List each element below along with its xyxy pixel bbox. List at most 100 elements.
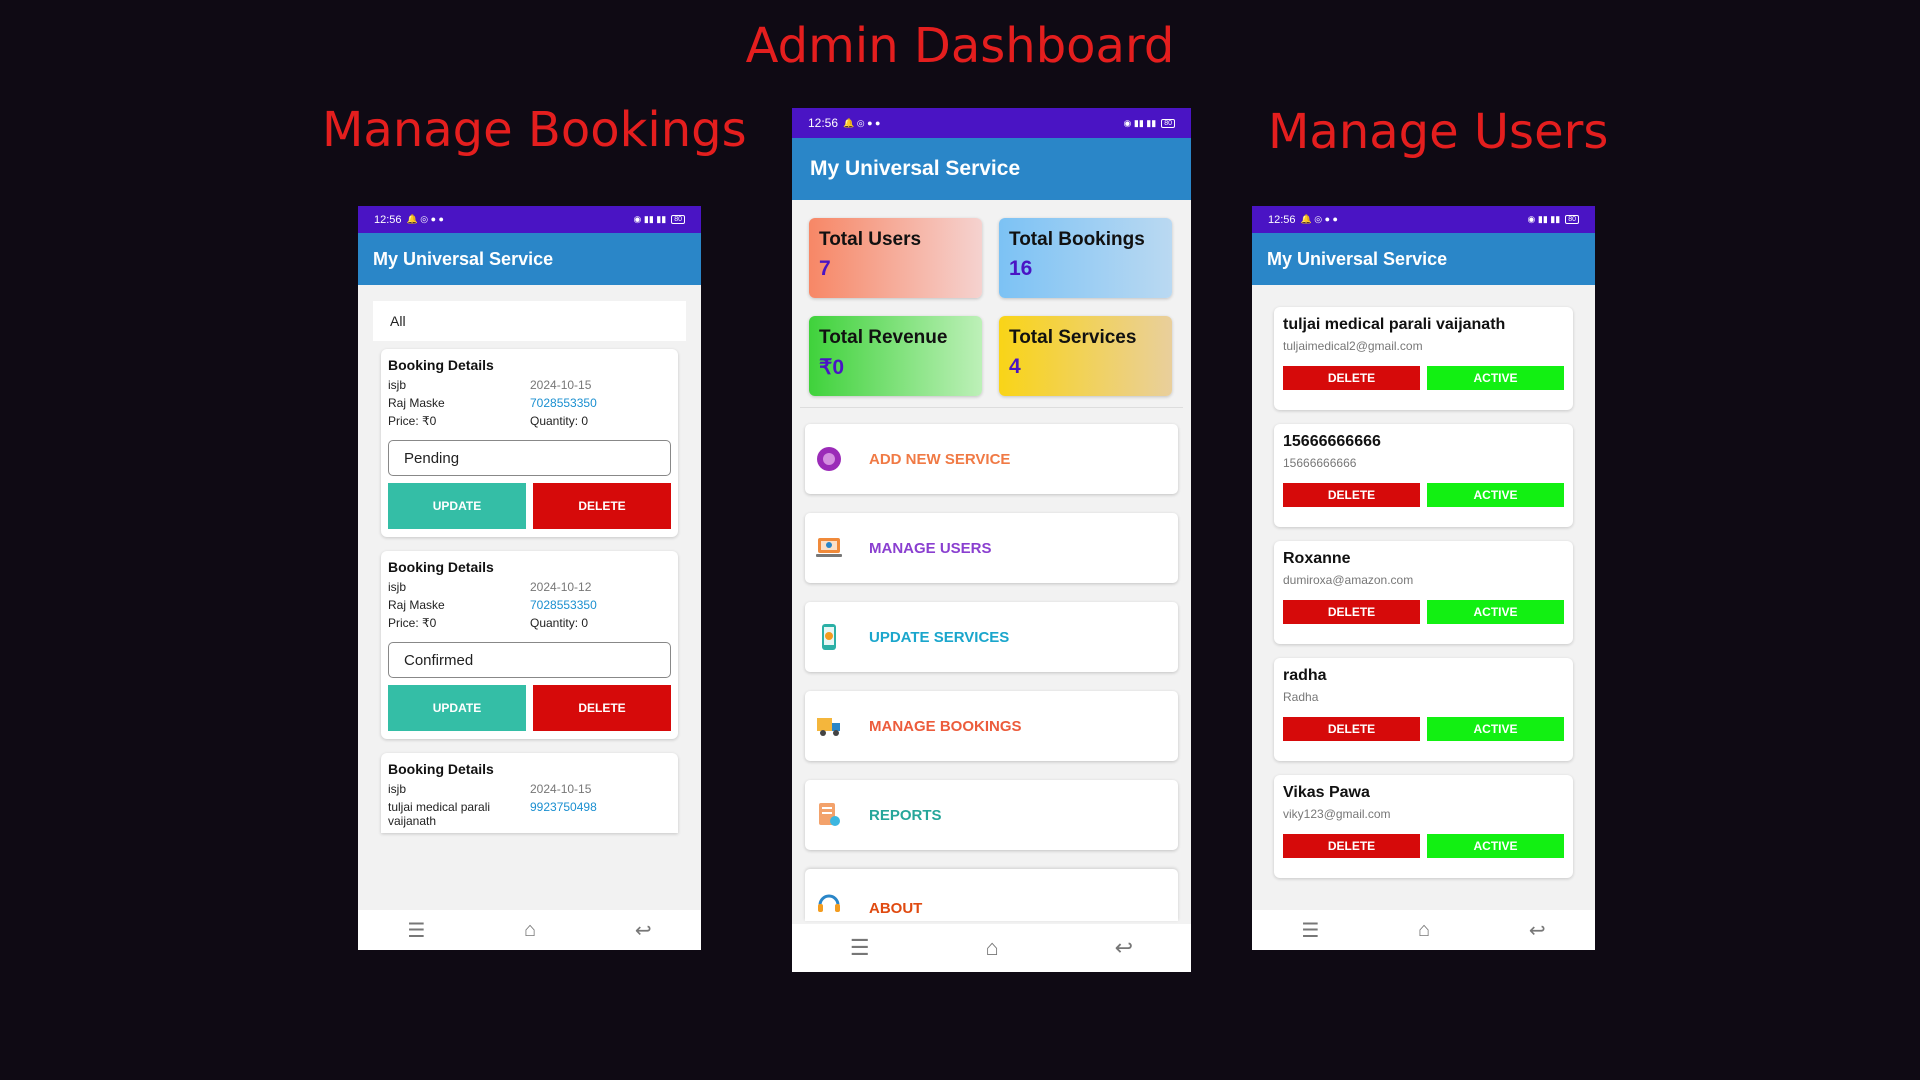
headset-icon xyxy=(815,889,843,917)
booking-customer: Raj Maske xyxy=(388,396,445,410)
home-nav-icon[interactable]: ⌂ xyxy=(986,935,999,961)
manage-bookings-phone: 12:56 🔔 ◎ ● ● ◉ ▮▮ ▮▮ 80 My Universal Serv… xyxy=(358,206,701,950)
booking-quantity: Quantity: 0 xyxy=(530,616,589,630)
signal-icons: ◉ ▮▮ ▮▮ xyxy=(1527,214,1561,224)
admin-dashboard-heading: Admin Dashboard xyxy=(745,18,1175,74)
add-new-service-button[interactable]: ADD NEW SERVICE xyxy=(805,424,1178,494)
update-booking-button[interactable]: UPDATE xyxy=(388,685,526,731)
menu-item-label: MANAGE USERS xyxy=(869,539,992,557)
menu-item-label: UPDATE SERVICES xyxy=(869,628,1010,646)
reports-icon xyxy=(815,801,843,829)
booking-customer: tuljai medical parali vaijanath xyxy=(388,800,491,828)
phone-update-icon xyxy=(815,623,843,651)
app-bar: My Universal Service xyxy=(1252,233,1595,285)
status-time: 12:56 xyxy=(1268,213,1296,226)
back-nav-icon[interactable]: ↩ xyxy=(1529,918,1546,943)
home-nav-icon[interactable]: ⌂ xyxy=(524,919,536,942)
booking-status-select[interactable]: Pending xyxy=(388,440,671,476)
system-nav-bar: ☰ ⌂ ↩ xyxy=(1252,910,1595,950)
booking-phone-link[interactable]: 9923750498 xyxy=(530,800,671,828)
booking-card: Booking Details isjb 2024-10-15 Raj Mask… xyxy=(381,349,678,537)
manage-users-phone: 12:56 🔔 ◎ ● ● ◉ ▮▮ ▮▮ 80 My Universal Serv… xyxy=(1252,206,1595,950)
total-services-card: Total Services 4 xyxy=(999,316,1172,396)
manage-users-button[interactable]: MANAGE USERS xyxy=(805,513,1178,583)
home-nav-icon[interactable]: ⌂ xyxy=(1418,919,1430,942)
booking-date: 2024-10-15 xyxy=(530,378,592,392)
active-user-button[interactable]: ACTIVE xyxy=(1427,600,1564,624)
booking-phone-link[interactable]: 7028553350 xyxy=(530,598,671,612)
booking-quantity: Quantity: 0 xyxy=(530,414,589,428)
active-user-button[interactable]: ACTIVE xyxy=(1427,834,1564,858)
stat-value: 4 xyxy=(1009,355,1021,378)
booking-date: 2024-10-12 xyxy=(530,580,592,594)
booking-card-title: Booking Details xyxy=(388,357,494,373)
booking-service: isjb xyxy=(388,580,407,594)
back-nav-icon[interactable]: ↩ xyxy=(1115,935,1133,961)
active-user-button[interactable]: ACTIVE xyxy=(1427,366,1564,390)
laptop-users-icon xyxy=(815,534,843,562)
delete-user-button[interactable]: DELETE xyxy=(1283,483,1420,507)
stat-label: Total Services xyxy=(1009,327,1137,348)
delete-booking-button[interactable]: DELETE xyxy=(533,685,671,731)
menu-nav-icon[interactable]: ☰ xyxy=(1301,918,1319,943)
booking-customer: Raj Maske xyxy=(388,598,445,612)
booking-phone-link[interactable]: 7028553350 xyxy=(530,396,671,410)
stat-label: Total Revenue xyxy=(819,327,948,348)
user-name: radha xyxy=(1283,667,1327,684)
admin-menu: ADD NEW SERVICE MANAGE USERS UPDATE SERV… xyxy=(792,408,1191,921)
booking-card: Booking Details isjb 2024-10-12 Raj Mask… xyxy=(381,551,678,739)
booking-status-value: Confirmed xyxy=(404,651,474,669)
booking-card-title: Booking Details xyxy=(388,761,494,777)
about-button[interactable]: ABOUT xyxy=(805,869,1178,921)
system-nav-bar: ☰ ⌂ ↩ xyxy=(358,910,701,950)
stats-grid: Total Users 7 Total Bookings 16 Total Re… xyxy=(792,200,1191,396)
user-card: tuljai medical parali vaijanath tuljaime… xyxy=(1274,307,1573,410)
app-title: My Universal Service xyxy=(810,157,1021,180)
booking-card: Booking Details isjb 2024-10-15 tuljai m… xyxy=(381,753,678,833)
status-bar: 12:56 🔔 ◎ ● ● ◉ ▮▮ ▮▮ 80 xyxy=(792,108,1191,138)
status-bar: 12:56 🔔 ◎ ● ● ◉ ▮▮ ▮▮ 80 xyxy=(358,206,701,233)
user-list: tuljai medical parali vaijanath tuljaime… xyxy=(1252,285,1595,878)
user-card: Roxanne dumiroxa@amazon.com DELETE ACTIV… xyxy=(1274,541,1573,644)
reports-button[interactable]: REPORTS xyxy=(805,780,1178,850)
stats-divider xyxy=(800,396,1183,408)
menu-item-label: MANAGE BOOKINGS xyxy=(869,717,1022,735)
user-card: 15666666666 15666666666 DELETE ACTIVE xyxy=(1274,424,1573,527)
app-title: My Universal Service xyxy=(373,248,554,269)
booking-price: Price: ₹0 xyxy=(388,414,437,428)
system-nav-bar: ☰ ⌂ ↩ xyxy=(792,924,1191,972)
update-services-button[interactable]: UPDATE SERVICES xyxy=(805,602,1178,672)
truck-icon xyxy=(815,712,843,740)
delete-user-button[interactable]: DELETE xyxy=(1283,834,1420,858)
booking-status-select[interactable]: Confirmed xyxy=(388,642,671,678)
menu-item-label: ADD NEW SERVICE xyxy=(869,450,1011,468)
delete-user-button[interactable]: DELETE xyxy=(1283,717,1420,741)
filter-value: All xyxy=(390,313,406,329)
update-booking-button[interactable]: UPDATE xyxy=(388,483,526,529)
delete-user-button[interactable]: DELETE xyxy=(1283,366,1420,390)
manage-bookings-button[interactable]: MANAGE BOOKINGS xyxy=(805,691,1178,761)
stat-value: 16 xyxy=(1009,257,1033,280)
menu-nav-icon[interactable]: ☰ xyxy=(407,918,425,943)
signal-icons: ◉ ▮▮ ▮▮ xyxy=(633,214,667,224)
status-time: 12:56 xyxy=(808,116,839,130)
total-revenue-card: Total Revenue ₹0 xyxy=(809,316,982,396)
back-nav-icon[interactable]: ↩ xyxy=(635,918,652,943)
user-name: 15666666666 xyxy=(1283,433,1381,450)
stat-label: Total Users xyxy=(819,229,922,250)
user-email: viky123@gmail.com xyxy=(1283,807,1391,821)
booking-service: isjb xyxy=(388,782,407,796)
user-name: Roxanne xyxy=(1283,550,1351,567)
delete-user-button[interactable]: DELETE xyxy=(1283,600,1420,624)
menu-nav-icon[interactable]: ☰ xyxy=(850,935,870,961)
battery-icon: 80 xyxy=(1161,118,1175,128)
add-service-icon xyxy=(815,445,843,473)
delete-booking-button[interactable]: DELETE xyxy=(533,483,671,529)
manage-users-heading: Manage Users xyxy=(1268,104,1609,160)
user-email: 15666666666 xyxy=(1283,456,1357,470)
menu-item-label: ABOUT xyxy=(869,900,923,917)
active-user-button[interactable]: ACTIVE xyxy=(1427,717,1564,741)
active-user-button[interactable]: ACTIVE xyxy=(1427,483,1564,507)
booking-filter-dropdown[interactable]: All xyxy=(373,301,686,341)
total-bookings-card: Total Bookings 16 xyxy=(999,218,1172,298)
